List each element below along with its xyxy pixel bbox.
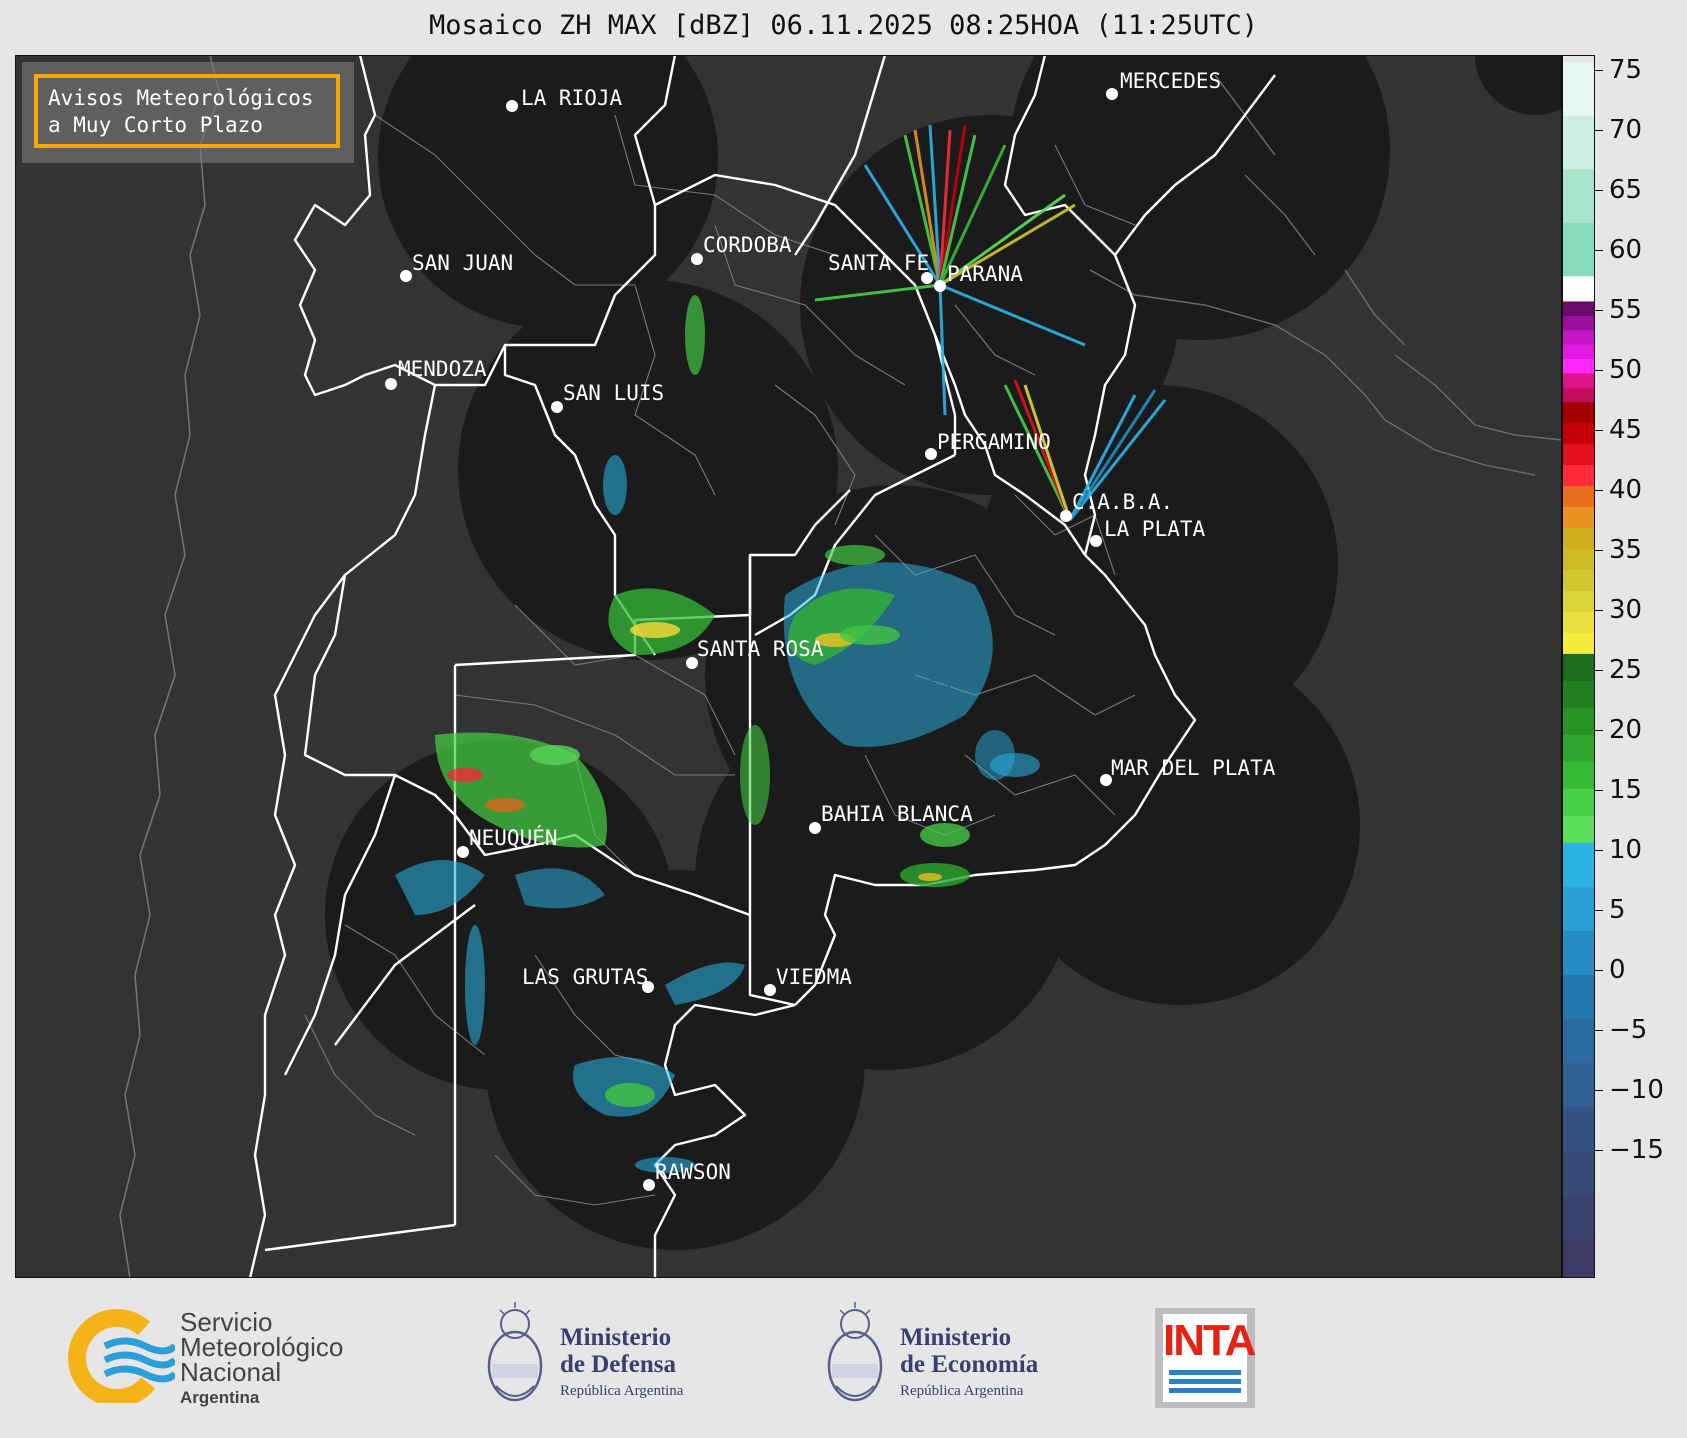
city-label-parana: PARANA [947,262,1023,286]
colorbar-swatch [1563,330,1594,346]
economia-line2: de Economía [900,1351,1039,1378]
colorbar-swatch [1563,344,1594,360]
tick-45: 45 [1595,415,1642,445]
tick-25: 25 [1595,655,1642,685]
colorbar-swatch [1563,707,1594,736]
colorbar-swatch [1563,549,1594,571]
city-label-san-luis: SAN LUIS [563,381,665,405]
colorbar-swatch [1563,1151,1594,1196]
smn-line3: Nacional [180,1357,282,1387]
smn-logo[interactable]: Servicio Meteorológico Nacional Argentin… [65,1308,385,1407]
colorbar-swatch [1563,486,1594,508]
colorbar [1562,55,1595,1278]
defensa-line1: Ministerio [560,1324,672,1351]
smn-emblem-icon [68,1309,178,1407]
colorbar-swatch [1563,315,1594,331]
colorbar-swatch [1563,402,1594,424]
colorbar-swatch [1563,788,1594,817]
tick-40: 40 [1595,475,1642,505]
colorbar-swatch [1563,169,1594,224]
tick-minus-15: −15 [1595,1135,1664,1165]
inta-label: INTA [1163,1316,1256,1365]
coat-of-arms-icon [487,1302,543,1402]
tick-55: 55 [1595,295,1642,325]
footer: Servicio Meteorológico Nacional Argentin… [0,1278,1687,1438]
tick-10: 10 [1595,835,1642,865]
colorbar-swatch [1563,423,1594,445]
city-label-caba: C.A.B.A. [1072,490,1174,514]
inta-logo[interactable]: INTA [1155,1308,1256,1408]
colorbar-swatch [1563,444,1594,466]
city-label-mar-del-plata: MAR DEL PLATA [1111,756,1276,780]
colorbar-swatch [1563,222,1594,277]
tick-35: 35 [1595,535,1642,565]
tick-0: 0 [1595,955,1626,985]
colorbar-swatch [1563,528,1594,550]
economia-sub: República Argentina [900,1383,1024,1399]
tick-75: 75 [1595,55,1642,85]
colorbar-swatch [1563,734,1594,763]
tick-5: 5 [1595,895,1626,925]
colorbar-swatch [1563,611,1594,634]
tick-minus-5: −5 [1595,1015,1647,1045]
colorbar-swatch [1563,301,1594,317]
colorbar-swatch [1563,886,1594,932]
map-title: Mosaico ZH MAX [dBZ] 06.11.2025 08:25HOA… [428,10,1259,41]
colorbar-swatch [1563,1195,1594,1240]
colorbar-swatch [1563,1063,1594,1108]
colorbar-swatch [1563,465,1594,487]
city-label-viedma: VIEDMA [776,965,852,989]
colorbar-swatch [1563,590,1594,613]
city-label-mendoza: MENDOZA [398,357,487,381]
colorbar-swatch [1563,1018,1594,1064]
city-label-rawson: RAWSON [655,1160,731,1184]
tick-minus-10: −10 [1595,1075,1664,1105]
city-label-santa-rosa: SANTA ROSA [697,637,824,661]
tick-20: 20 [1595,715,1642,745]
tick-70: 70 [1595,115,1642,145]
colorbar-swatch [1563,507,1594,529]
colorbar-swatch [1563,359,1594,374]
colorbar-swatch [1563,815,1594,844]
colorbar-swatch [1563,653,1594,682]
city-label-bahia-blanca: BAHIA BLANCA [821,802,973,826]
city-label-santa-fe: SANTA FE [828,251,930,275]
colorbar-swatch [1563,115,1594,170]
tick-60: 60 [1595,235,1642,265]
smn-sub: Argentina [180,1388,260,1407]
colorbar-swatch [1563,974,1594,1020]
tick-65: 65 [1595,175,1642,205]
city-label-cordoba: CORDOBA [703,233,792,257]
colorbar-swatch [1563,842,1594,888]
colorbar-ticks: 75 70 65 60 55 50 45 40 35 30 25 20 15 1… [1595,55,1687,1278]
economia-logo[interactable]: Ministerio de Economía República Argenti… [820,1298,1080,1418]
notice-text: Avisos Meteorológicos a Muy Corto Plazo [34,74,340,148]
city-label-mercedes: MERCEDES [1120,69,1222,93]
defensa-logo[interactable]: Ministerio de Defensa República Argentin… [480,1298,740,1418]
tick-50: 50 [1595,355,1642,385]
city-label-la-plata: LA PLATA [1104,517,1206,541]
city-label-la-rioja: LA RIOJA [521,86,623,110]
colorbar-swatch [1563,387,1594,403]
colorbar-swatch [1563,276,1594,302]
colorbar-swatch [1563,373,1594,389]
tick-30: 30 [1595,595,1642,625]
colorbar-swatch [1563,632,1594,655]
colorbar-swatch [1563,930,1594,976]
colorbar-swatch [1563,761,1594,790]
defensa-line2: de Defensa [560,1351,676,1378]
colorbar-swatch [1563,569,1594,592]
city-label-pergamino: PERGAMINO [937,430,1051,454]
colorbar-swatch [1563,1239,1594,1277]
colorbar-swatch [1563,62,1594,117]
city-label-san-juan: SAN JUAN [412,251,514,275]
tick-15: 15 [1595,775,1642,805]
colorbar-swatch [1563,1107,1594,1152]
economia-line1: Ministerio [900,1324,1012,1351]
city-label-las-grutas: LAS GRUTAS [522,965,649,989]
coat-of-arms-icon [827,1302,883,1402]
colorbar-swatch [1563,680,1594,709]
city-label-neuquen: NEUQUÉN [469,826,558,850]
defensa-sub: República Argentina [560,1383,684,1399]
